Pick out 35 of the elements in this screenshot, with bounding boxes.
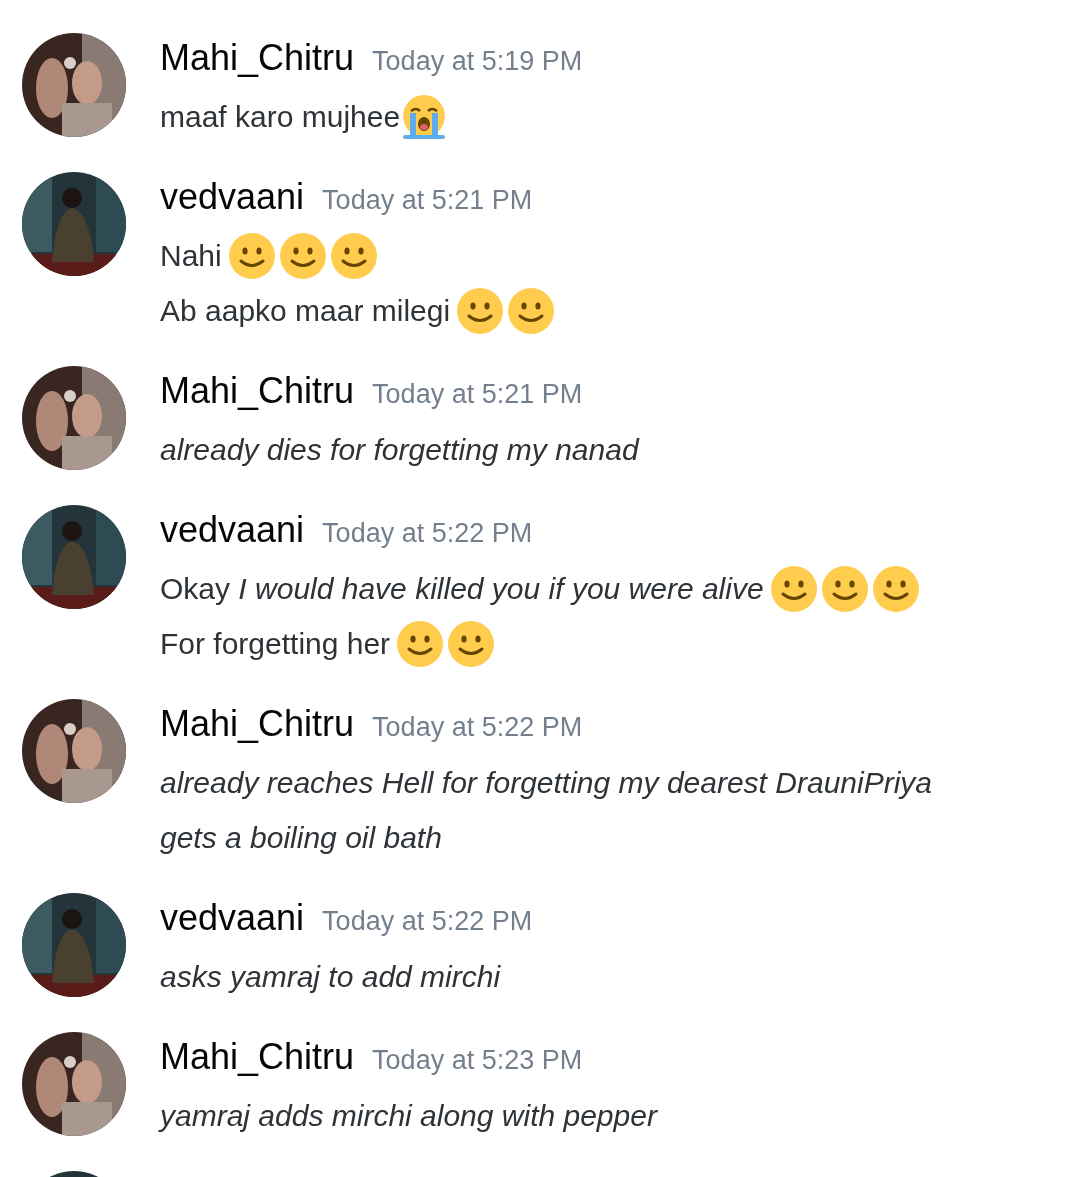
- smiley-face-icon: [279, 232, 326, 279]
- smiley-face-icon: [770, 565, 817, 612]
- crying-face-icon: [401, 93, 448, 140]
- username[interactable]: Mahi_Chitru: [160, 37, 355, 79]
- smiley-face-icon: [397, 620, 444, 667]
- username[interactable]: vedvaani: [160, 176, 305, 218]
- username[interactable]: Mahi_Chitru: [160, 703, 355, 745]
- message-text: Nahi: [160, 238, 222, 273]
- timestamp: Today at 5:23 PM: [372, 1045, 583, 1076]
- message-text: already reaches Hell for forgetting my dearest DrauniPriya: [160, 765, 933, 800]
- message-text: For forgetting her: [160, 626, 391, 661]
- message-text: Okay I would have killed you if you were alive: [160, 571, 764, 606]
- message-text: gets a boiling oil bath: [160, 820, 442, 855]
- username[interactable]: Mahi_Chitru: [160, 370, 355, 412]
- timestamp: Today at 5:19 PM: [372, 46, 583, 77]
- message-text: asks yamraj to add mirchi: [160, 959, 501, 994]
- timestamp: Today at 5:22 PM: [372, 712, 583, 743]
- username[interactable]: vedvaani: [160, 509, 305, 551]
- smiley-face-icon: [508, 287, 555, 334]
- timestamp: Today at 5:21 PM: [372, 379, 583, 410]
- message-text: maaf karo mujhee: [160, 99, 401, 134]
- message-text: already dies for forgetting my nanad: [160, 432, 639, 467]
- message-text: yamraj adds mirchi along with pepper: [160, 1098, 657, 1133]
- smiley-face-icon: [821, 565, 868, 612]
- smiley-face-icon: [872, 565, 919, 612]
- timestamp: Today at 5:22 PM: [322, 906, 533, 937]
- username[interactable]: vedvaani: [160, 897, 305, 939]
- smiley-face-icon: [457, 287, 504, 334]
- timestamp: Today at 5:21 PM: [322, 185, 533, 216]
- username[interactable]: Mahi_Chitru: [160, 1036, 355, 1078]
- timestamp: Today at 5:22 PM: [322, 518, 533, 549]
- message-text: Ab aapko maar milegi: [160, 293, 451, 328]
- smiley-face-icon: [330, 232, 377, 279]
- smiley-face-icon: [228, 232, 275, 279]
- smiley-face-icon: [448, 620, 495, 667]
